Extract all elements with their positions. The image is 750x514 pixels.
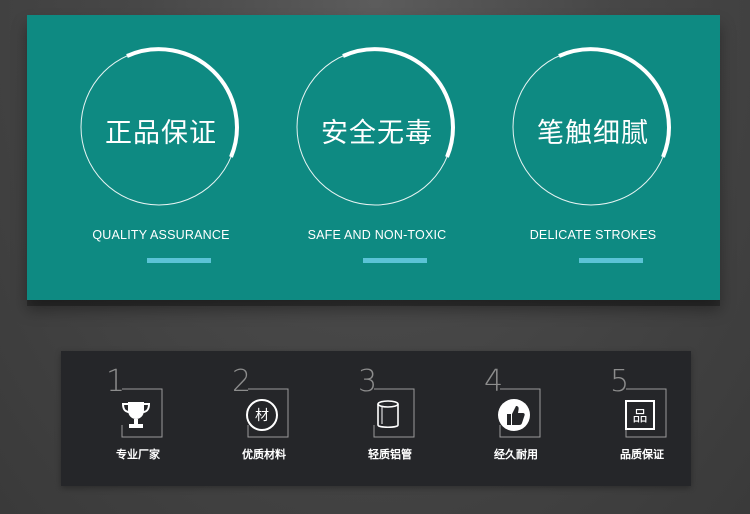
item-label: 轻质铝管	[368, 448, 412, 461]
feature-quality-assurance: 正品保证 QUALITY ASSURANCE	[51, 15, 271, 300]
highlight-item-quality-materials: 2 材 优质材料	[204, 351, 314, 486]
aluminum-tube-icon	[377, 400, 399, 429]
feature-title-en: QUALITY ASSURANCE	[92, 228, 230, 242]
item-label: 经久耐用	[494, 448, 538, 461]
item-label: 优质材料	[242, 448, 286, 461]
thumbs-up-icon	[498, 399, 530, 431]
accent-bar	[579, 258, 643, 263]
feature-title-cn: 笔触细腻	[537, 118, 649, 149]
accent-bar	[147, 258, 211, 263]
item-label: 品质保证	[620, 448, 664, 461]
material-badge-text: 材	[246, 399, 278, 431]
material-badge-icon: 材	[244, 397, 280, 433]
product-highlights-bar: 1 专业厂家 2 材 优质材料 3 轻质铝管 4 经久耐用 5 品 品质保证	[61, 351, 691, 486]
quality-box-icon: 品	[622, 397, 658, 433]
highlight-item-quality-guarantee: 5 品 品质保证	[582, 351, 692, 486]
highlight-item-lightweight-aluminum-tube: 3 轻质铝管	[330, 351, 440, 486]
item-label: 专业厂家	[116, 448, 160, 461]
features-banner: 正品保证 QUALITY ASSURANCE 安全无毒 SAFE AND NON…	[27, 15, 720, 300]
accent-bar	[363, 258, 427, 263]
highlight-item-professional-manufacturer: 1 专业厂家	[78, 351, 188, 486]
highlight-item-durable: 4 经久耐用	[456, 351, 566, 486]
quality-box-text: 品	[625, 400, 655, 430]
feature-title-cn: 安全无毒	[321, 118, 433, 149]
feature-delicate-strokes: 笔触细腻 DELICATE STROKES	[483, 15, 703, 300]
feature-safe-non-toxic: 安全无毒 SAFE AND NON-TOXIC	[267, 15, 487, 300]
trophy-icon	[121, 402, 151, 428]
feature-title-cn: 正品保证	[105, 118, 217, 149]
feature-title-en: DELICATE STROKES	[529, 228, 657, 242]
feature-title-en: SAFE AND NON-TOXIC	[307, 228, 447, 242]
